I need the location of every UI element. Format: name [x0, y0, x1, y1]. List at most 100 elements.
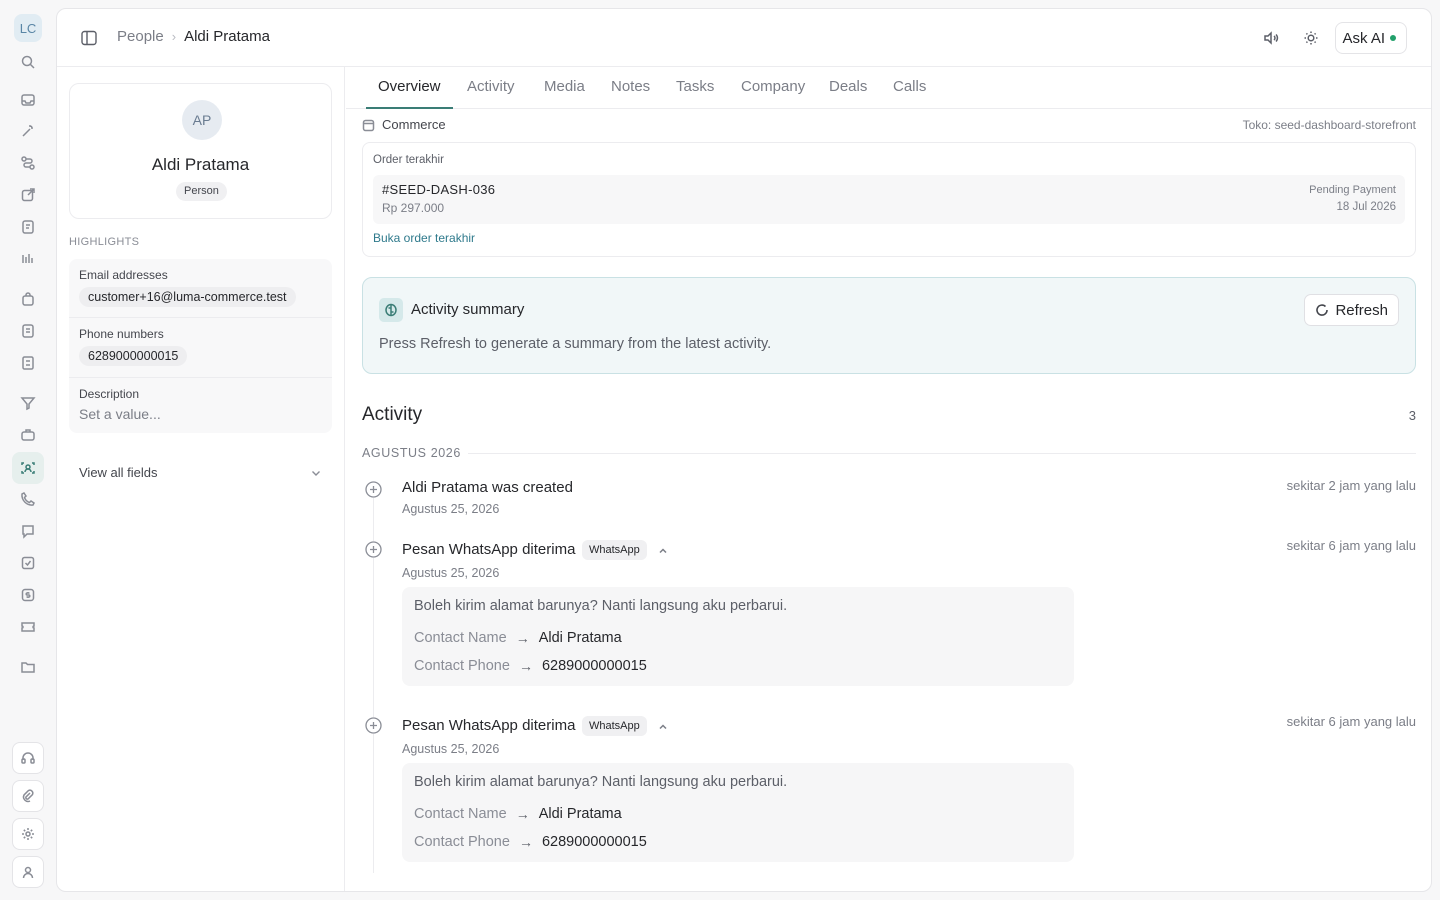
support-headset-icon[interactable] [12, 742, 44, 774]
event-title: Pesan WhatsApp diterima [402, 717, 576, 734]
highlights-panel: Email addresses customer+16@luma-commerc… [69, 259, 332, 433]
shopping-bag-icon[interactable] [12, 283, 44, 315]
breadcrumb-people[interactable]: People [117, 28, 164, 45]
profile-sidebar: AP Aldi Pratama Person HIGHLIGHTS Email … [57, 67, 345, 891]
collapse-chevron-up-icon[interactable] [657, 720, 669, 732]
main-panel: People › Aldi Pratama Ask AI AP Aldi Pra… [56, 8, 1432, 892]
phone-icon[interactable] [12, 483, 44, 515]
order-status: Pending Payment [1309, 184, 1396, 196]
breadcrumb-separator-icon: › [171, 29, 177, 44]
workflow-icon[interactable] [12, 147, 44, 179]
record-tabs: Overview Activity Media Notes Tasks Comp… [346, 67, 1431, 109]
dollar-icon[interactable] [12, 579, 44, 611]
timeline-plus-icon [365, 717, 382, 734]
order-amount: Rp 297.000 [382, 201, 445, 215]
contact-phone-change: Contact Phone → 6289000000015 [414, 834, 647, 850]
tab-calls[interactable]: Calls [893, 78, 926, 95]
open-recent-order-link[interactable]: Buka order terakhir [373, 231, 475, 245]
inbox-icon[interactable] [12, 84, 44, 116]
event-title: Pesan WhatsApp diterima [402, 541, 576, 558]
tab-media[interactable]: Media [544, 78, 585, 95]
external-link-icon[interactable] [12, 179, 44, 211]
activity-heading: Activity [362, 404, 423, 425]
refresh-icon [1316, 304, 1329, 316]
tab-activity[interactable]: Activity [467, 78, 515, 95]
notes-icon[interactable] [12, 211, 44, 243]
tab-deals[interactable]: Deals [829, 78, 867, 95]
contact-name-change: Contact Name → Aldi Pratama [414, 630, 622, 646]
tab-notes[interactable]: Notes [611, 78, 650, 95]
tab-company[interactable]: Company [741, 78, 805, 95]
email-field: Email addresses customer+16@luma-commerc… [69, 259, 332, 318]
collapse-chevron-up-icon[interactable] [657, 544, 669, 556]
contact-name-change: Contact Name → Aldi Pratama [414, 806, 622, 822]
order-id: #SEED-DASH-036 [382, 182, 496, 197]
invoice-icon[interactable] [12, 347, 44, 379]
description-field: Description Set a value... [69, 378, 332, 433]
ask-ai-button[interactable]: Ask AI [1335, 22, 1407, 54]
contacts-icon[interactable] [12, 452, 44, 484]
sidebar-toggle-icon[interactable] [79, 28, 99, 48]
tab-tasks[interactable]: Tasks [676, 78, 714, 95]
tab-overview[interactable]: Overview [378, 78, 441, 95]
chat-icon[interactable] [12, 515, 44, 547]
arrow-right-icon: → [515, 806, 530, 822]
event-date: Agustus 25, 2026 [402, 566, 500, 580]
speaker-icon[interactable] [1261, 28, 1281, 48]
analytics-icon[interactable] [12, 243, 44, 275]
event-date: Agustus 25, 2026 [402, 502, 500, 516]
commerce-icon [362, 119, 375, 132]
activity-summary-text: Press Refresh to generate a summary from… [379, 336, 772, 352]
task-check-icon[interactable] [12, 547, 44, 579]
ticket-icon[interactable] [12, 611, 44, 643]
recent-order-label: Order terakhir [373, 154, 444, 166]
recent-order-card: Order terakhir #SEED-DASH-036 Rp 297.000… [362, 142, 1416, 257]
channel-badge: WhatsApp [582, 540, 647, 560]
profile-card: AP Aldi Pratama Person [69, 83, 332, 219]
record-type-badge: Person [176, 182, 227, 201]
message-card: Boleh kirim alamat barunya? Nanti langsu… [402, 763, 1074, 862]
view-all-fields-button[interactable]: View all fields [79, 465, 158, 480]
email-label: Email addresses [79, 268, 168, 282]
order-date: 18 Jul 2026 [1336, 201, 1396, 213]
activity-count: 3 [1408, 408, 1416, 423]
briefcase-icon[interactable] [12, 419, 44, 451]
folder-icon[interactable] [12, 651, 44, 683]
settings-gear-icon[interactable] [12, 818, 44, 850]
magic-wand-icon[interactable] [12, 115, 44, 147]
refresh-button[interactable]: Refresh [1304, 294, 1399, 326]
app-rail: LC [0, 0, 56, 900]
ai-status-dot [1390, 35, 1396, 41]
brain-icon [379, 298, 403, 322]
document-icon[interactable] [12, 315, 44, 347]
description-label: Description [79, 387, 140, 401]
arrow-right-icon: → [518, 658, 533, 674]
month-divider [468, 453, 1416, 454]
chevron-down-icon[interactable] [309, 466, 323, 480]
search-icon[interactable] [12, 46, 44, 78]
message-body: Boleh kirim alamat barunya? Nanti langsu… [414, 774, 788, 790]
attachment-icon[interactable] [12, 780, 44, 812]
order-row[interactable]: #SEED-DASH-036 Rp 297.000 Pending Paymen… [373, 175, 1405, 224]
description-input[interactable]: Set a value... [79, 406, 161, 422]
user-profile-icon[interactable] [12, 856, 44, 888]
breadcrumb-current: Aldi Pratama [184, 28, 270, 45]
message-body: Boleh kirim alamat barunya? Nanti langsu… [414, 598, 788, 614]
commerce-title: Commerce [382, 117, 446, 132]
event-relative-time: sekitar 2 jam yang lalu [1286, 478, 1416, 493]
phone-chip[interactable]: 6289000000015 [79, 346, 188, 366]
email-chip[interactable]: customer+16@luma-commerce.test [79, 287, 296, 307]
timeline-plus-icon [365, 481, 382, 498]
filter-icon[interactable] [12, 387, 44, 419]
channel-badge: WhatsApp [582, 716, 647, 736]
activity-summary-title: Activity summary [411, 301, 525, 318]
activity-summary-card: Activity summary Refresh Press Refresh t… [362, 277, 1416, 374]
record-content: Overview Activity Media Notes Tasks Comp… [346, 67, 1431, 891]
theme-sun-icon[interactable] [1301, 28, 1321, 48]
workspace-logo[interactable]: LC [14, 14, 42, 42]
month-heading: AGUSTUS 2026 [362, 446, 461, 460]
arrow-right-icon: → [518, 834, 533, 850]
active-tab-indicator [366, 107, 453, 109]
event-relative-time: sekitar 6 jam yang lalu [1286, 714, 1416, 729]
phone-field: Phone numbers 6289000000015 [69, 318, 332, 378]
